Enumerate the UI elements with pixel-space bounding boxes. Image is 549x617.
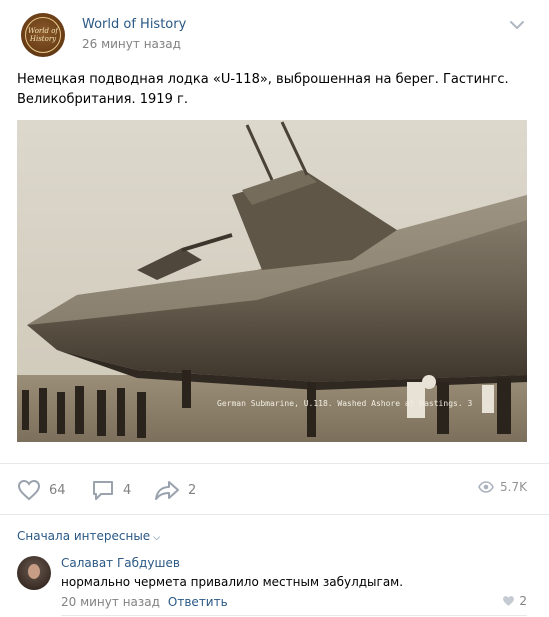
- post-photo[interactable]: German Submarine, U.118. Washed Ashore a…: [17, 120, 527, 442]
- avatar-logo-text: World of History: [27, 27, 59, 43]
- post-actions-bar: 64 4 2 5.7K: [0, 463, 549, 514]
- comment-count: 4: [123, 482, 132, 498]
- comment-like-button[interactable]: 2: [502, 594, 527, 608]
- like-count: 64: [49, 482, 66, 498]
- share-icon: [155, 481, 179, 500]
- comment-reply-link[interactable]: Ответить: [168, 595, 228, 609]
- submarine-photo-image: German Submarine, U.118. Washed Ashore a…: [17, 120, 527, 442]
- post-text: Немецкая подводная лодка «U-118», выброш…: [17, 72, 509, 107]
- share-count: 2: [188, 482, 197, 498]
- like-button[interactable]: 64: [17, 479, 66, 501]
- eye-icon: [478, 481, 494, 493]
- avatar-face: [28, 564, 40, 579]
- comment-text: нормально чермета привалило местным забу…: [61, 575, 404, 589]
- community-avatar[interactable]: World of History: [21, 13, 65, 57]
- chevron-down-icon[interactable]: [508, 18, 526, 32]
- comment-time[interactable]: 20 минут назад: [61, 595, 160, 609]
- comment-divider: [61, 615, 527, 616]
- comment-author-avatar[interactable]: [17, 556, 51, 590]
- comments-sort-label: Сначала интересные: [17, 529, 151, 543]
- chevron-down-icon: ⌵: [153, 533, 161, 543]
- share-button[interactable]: 2: [154, 480, 196, 500]
- post-card: World of History World of History 26 мин…: [0, 0, 549, 617]
- views-count: 5.7K: [500, 480, 527, 494]
- heart-icon: [503, 596, 515, 606]
- comments-section: Сначала интересные ⌵ Салават Габдушев нор…: [0, 514, 549, 616]
- comment-meta: 20 минут назад Ответить: [61, 595, 228, 609]
- views-counter: 5.7K: [478, 480, 527, 494]
- comments-sort-dropdown[interactable]: Сначала интересные ⌵: [17, 529, 160, 543]
- comment-like-count: 2: [519, 594, 527, 608]
- post-author-name[interactable]: World of History: [82, 17, 186, 32]
- post-time[interactable]: 26 минут назад: [82, 37, 181, 51]
- photo-caption: German Submarine, U.118. Washed Ashore a…: [217, 399, 472, 408]
- comment-author-name[interactable]: Салават Габдушев: [61, 556, 180, 570]
- heart-icon: [17, 479, 41, 501]
- comment-icon: [93, 481, 113, 500]
- comment-button[interactable]: 4: [91, 480, 131, 500]
